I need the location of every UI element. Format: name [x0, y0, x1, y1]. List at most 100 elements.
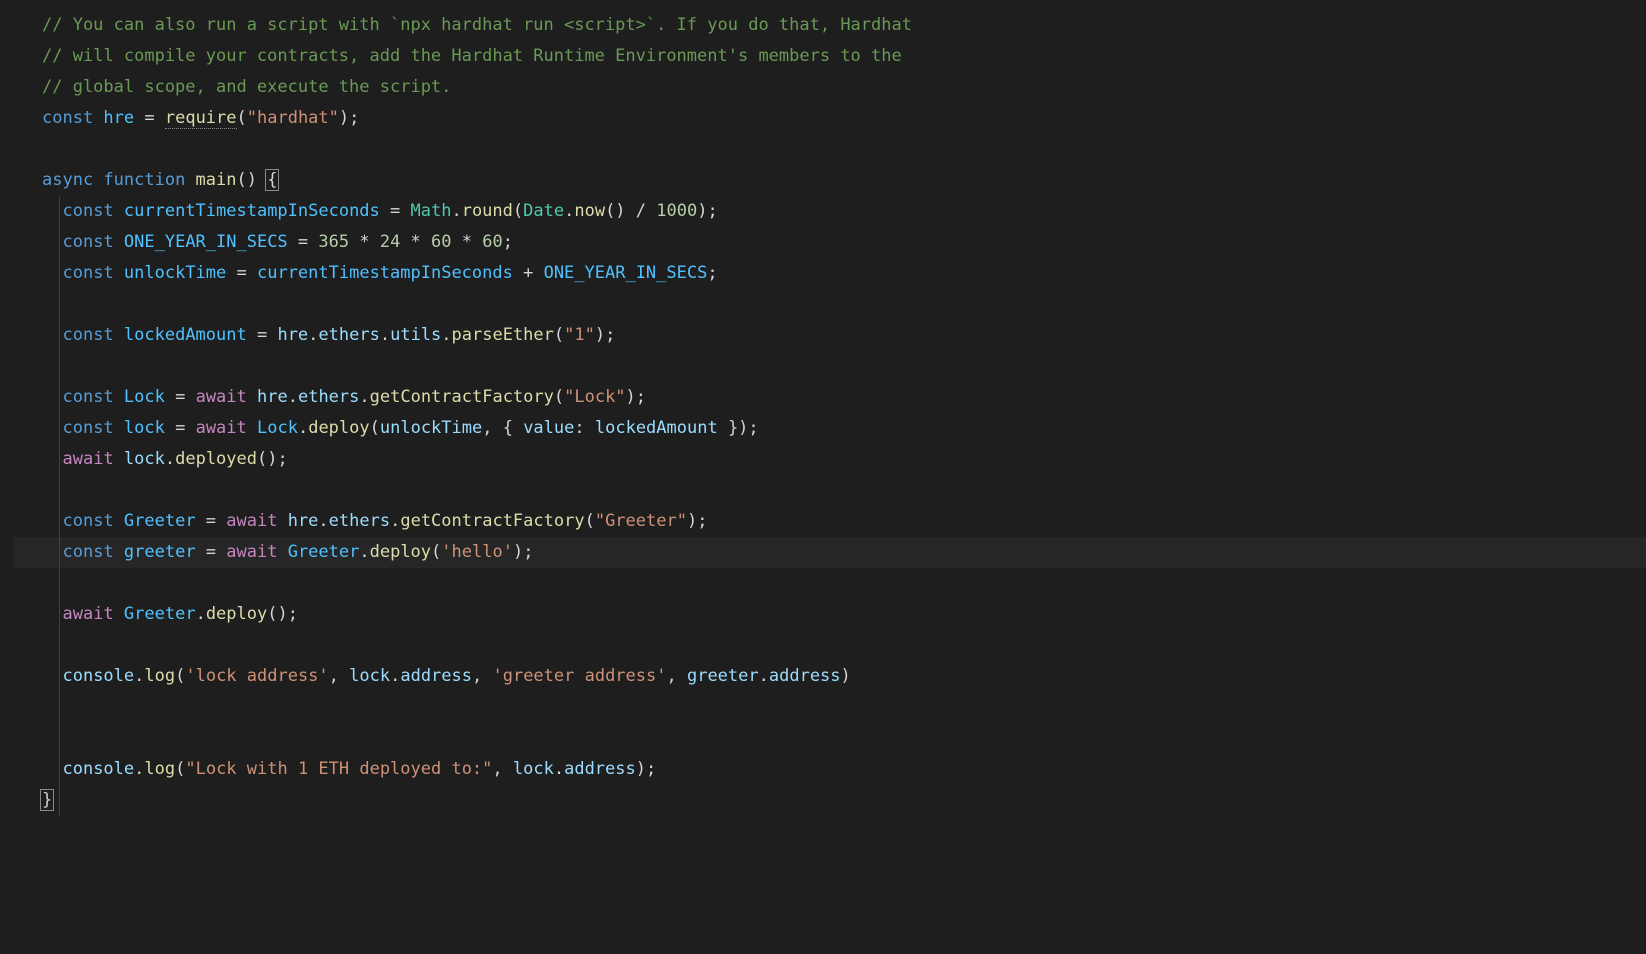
code-line[interactable]: // You can also run a script with `npx h… — [42, 10, 1646, 41]
token-op: = — [134, 108, 165, 128]
code-line[interactable]: const currentTimestampInSeconds = Math.r… — [42, 196, 1646, 227]
token-class: Date — [523, 201, 564, 221]
code-line[interactable] — [42, 630, 1646, 661]
token-paren: () — [605, 201, 625, 221]
token-comment: // will compile your contracts, add the … — [42, 46, 902, 66]
token-op: = — [288, 232, 319, 252]
token-const: currentTimestampInSeconds — [124, 201, 380, 221]
code-line[interactable]: // global scope, and execute the script. — [42, 72, 1646, 103]
token-string: "Lock with 1 ETH deployed to:" — [185, 759, 492, 779]
token-var: lock — [124, 449, 165, 469]
code-line[interactable]: async function main() { — [42, 165, 1646, 196]
token-func: getContractFactory — [400, 511, 584, 531]
code-line[interactable]: const hre = require("hardhat"); — [42, 103, 1646, 134]
token-punct: . — [441, 325, 451, 345]
line-number — [0, 320, 12, 351]
token-var: hre — [277, 325, 308, 345]
token-punct: . — [359, 387, 369, 407]
code-editor[interactable]: // You can also run a script with `npx h… — [0, 0, 1646, 954]
token-string: "1" — [564, 325, 595, 345]
code-line[interactable]: const lockedAmount = hre.ethers.utils.pa… — [42, 320, 1646, 351]
token-const: lockedAmount — [124, 325, 247, 345]
code-line[interactable] — [42, 134, 1646, 165]
code-line[interactable]: console.log('lock address', lock.address… — [42, 661, 1646, 692]
token-op: * — [400, 232, 431, 252]
token-control: await — [226, 511, 287, 531]
token-paren: ) — [513, 542, 523, 562]
token-const: ONE_YEAR_IN_SECS — [124, 232, 288, 252]
code-line[interactable] — [42, 723, 1646, 754]
token-punct: . — [380, 325, 390, 345]
token-punct: ; — [707, 201, 717, 221]
line-number — [0, 103, 12, 134]
line-number — [0, 754, 12, 785]
token-punct: ; — [523, 542, 533, 562]
code-area[interactable]: // You can also run a script with `npx h… — [14, 0, 1646, 954]
token-func: log — [144, 666, 175, 686]
token-op: * — [349, 232, 380, 252]
token-op — [585, 418, 595, 438]
token-brace-match: } — [40, 789, 54, 811]
token-string: 'greeter address' — [492, 666, 666, 686]
token-const: Greeter — [124, 511, 196, 531]
line-number — [0, 475, 12, 506]
line-number — [0, 537, 12, 568]
code-line[interactable]: await lock.deployed(); — [42, 444, 1646, 475]
code-line[interactable]: const ONE_YEAR_IN_SECS = 365 * 24 * 60 *… — [42, 227, 1646, 258]
code-line[interactable]: console.log("Lock with 1 ETH deployed to… — [42, 754, 1646, 785]
token-var: lock — [513, 759, 554, 779]
code-line[interactable] — [42, 475, 1646, 506]
code-line[interactable]: } — [42, 785, 1646, 816]
token-var: unlockTime — [380, 418, 482, 438]
code-line[interactable]: const lock = await Lock.deploy(unlockTim… — [42, 413, 1646, 444]
code-line[interactable]: const unlockTime = currentTimestampInSec… — [42, 258, 1646, 289]
code-line[interactable]: const Greeter = await hre.ethers.getCont… — [42, 506, 1646, 537]
token-keyword: function — [103, 170, 195, 190]
token-num: 1000 — [656, 201, 697, 221]
token-punct: . — [390, 666, 400, 686]
code-line[interactable]: const Lock = await hre.ethers.getContrac… — [42, 382, 1646, 413]
token-prop: address — [769, 666, 841, 686]
token-paren: () — [257, 449, 277, 469]
code-line[interactable]: // will compile your contracts, add the … — [42, 41, 1646, 72]
line-number — [0, 382, 12, 413]
token-var: lockedAmount — [595, 418, 718, 438]
code-line[interactable] — [42, 351, 1646, 382]
token-punct: . — [564, 201, 574, 221]
line-number — [0, 444, 12, 475]
token-paren: ( — [237, 108, 247, 128]
token-paren: ( — [554, 325, 564, 345]
token-control: await — [226, 542, 287, 562]
token-punct: , { — [482, 418, 523, 438]
code-line[interactable]: const greeter = await Greeter.deploy('he… — [14, 537, 1646, 568]
token-func: main — [196, 170, 237, 190]
token-op: = — [165, 418, 196, 438]
indent-guide — [59, 196, 60, 816]
token-punct: . — [318, 511, 328, 531]
code-line[interactable] — [42, 568, 1646, 599]
token-const: currentTimestampInSeconds — [257, 263, 513, 283]
line-number — [0, 630, 12, 661]
code-line[interactable] — [42, 692, 1646, 723]
token-keyword: const — [42, 108, 103, 128]
token-string: 'lock address' — [185, 666, 328, 686]
code-line[interactable]: await Greeter.deploy(); — [42, 599, 1646, 630]
token-func: deploy — [370, 542, 431, 562]
token-punct: . — [134, 666, 144, 686]
token-punct: , — [666, 666, 686, 686]
token-paren: ) — [626, 387, 636, 407]
line-number — [0, 196, 12, 227]
token-paren: () — [237, 170, 257, 190]
token-op: + — [513, 263, 544, 283]
token-punct: . — [288, 387, 298, 407]
token-punct: . — [298, 418, 308, 438]
token-prop: address — [564, 759, 636, 779]
token-prop: ethers — [298, 387, 359, 407]
token-prop: value — [523, 418, 574, 438]
token-func: deploy — [308, 418, 369, 438]
code-line[interactable] — [42, 289, 1646, 320]
token-prop: ethers — [318, 325, 379, 345]
token-func: parseEther — [452, 325, 554, 345]
token-keyword: const — [62, 232, 123, 252]
token-paren: ( — [554, 387, 564, 407]
